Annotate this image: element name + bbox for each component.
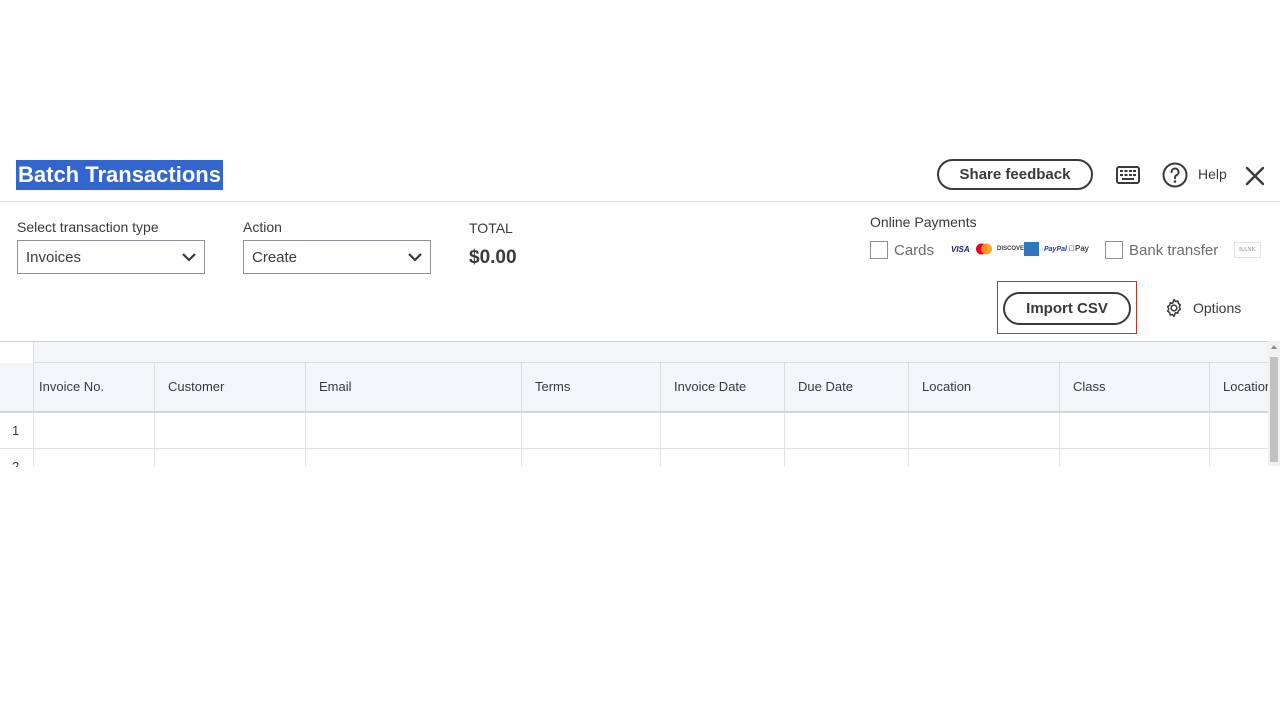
mastercard-icon	[976, 243, 992, 255]
column-header-terms[interactable]: Terms	[521, 363, 660, 411]
cell-terms[interactable]	[521, 413, 660, 448]
amex-icon	[1024, 242, 1039, 256]
cell-terms[interactable]	[521, 449, 660, 467]
paypal-logo: PayPal	[1044, 246, 1067, 253]
bank-transfer-checkbox[interactable]	[1105, 241, 1123, 259]
help-link[interactable]: Help	[1198, 166, 1227, 182]
table-row: 2	[0, 449, 1268, 467]
action-select[interactable]: Create	[243, 240, 431, 274]
cell-due-date[interactable]	[784, 413, 908, 448]
column-header-customer[interactable]: Customer	[154, 363, 305, 411]
column-header-due-date[interactable]: Due Date	[784, 363, 908, 411]
cell-class[interactable]	[1059, 413, 1209, 448]
cell-location-2[interactable]	[1209, 413, 1268, 448]
apple-pay-icon: Pay	[1069, 244, 1089, 253]
cell-class[interactable]	[1059, 449, 1209, 467]
transactions-grid: Invoice No. Customer Email Terms Invoice…	[0, 341, 1268, 467]
chevron-down-icon	[408, 252, 422, 262]
help-icon[interactable]	[1162, 162, 1188, 188]
column-header-location-2[interactable]: Location	[1209, 363, 1268, 411]
cell-location-2[interactable]	[1209, 449, 1268, 467]
scroll-thumb[interactable]	[1270, 357, 1278, 462]
bank-transfer-label: Bank transfer	[1129, 242, 1219, 259]
cell-invoice-no[interactable]	[33, 449, 154, 467]
cell-email[interactable]	[305, 449, 521, 467]
table-row: 1	[0, 413, 1268, 449]
cell-invoice-no[interactable]	[33, 413, 154, 448]
total-value: $0.00	[469, 247, 517, 268]
cards-checkbox[interactable]	[870, 241, 888, 259]
cell-invoice-date[interactable]	[660, 413, 784, 448]
grid-scrollbar[interactable]	[1268, 341, 1280, 466]
column-header-location[interactable]: Location	[908, 363, 1059, 411]
cell-customer[interactable]	[154, 449, 305, 467]
cell-customer[interactable]	[154, 413, 305, 448]
row-number: 2	[12, 459, 20, 467]
column-header-class[interactable]: Class	[1059, 363, 1209, 411]
page-title: Batch Transactions	[16, 160, 223, 190]
cards-label: Cards	[894, 242, 935, 259]
options-link[interactable]: Options	[1193, 300, 1241, 316]
import-csv-button[interactable]: Import CSV	[1003, 292, 1131, 325]
transaction-type-label: Select transaction type	[17, 219, 159, 235]
transaction-type-select[interactable]: Invoices	[17, 240, 205, 274]
gear-icon[interactable]	[1164, 298, 1184, 318]
close-icon[interactable]	[1243, 164, 1267, 188]
keyboard-icon[interactable]	[1116, 166, 1140, 184]
transaction-type-value: Invoices	[26, 248, 82, 266]
chevron-down-icon	[182, 252, 196, 262]
scroll-up-arrow-icon[interactable]	[1271, 345, 1277, 349]
column-header-email[interactable]: Email	[305, 363, 521, 411]
grid-header-row: Invoice No. Customer Email Terms Invoice…	[0, 363, 1268, 413]
cell-invoice-date[interactable]	[660, 449, 784, 467]
grid-top-bar	[33, 342, 1268, 363]
cell-due-date[interactable]	[784, 449, 908, 467]
share-feedback-button[interactable]: Share feedback	[937, 159, 1093, 190]
online-payments-label: Online Payments	[870, 214, 977, 230]
row-number: 1	[12, 423, 20, 438]
column-header-invoice-no[interactable]: Invoice No.	[33, 363, 154, 411]
cell-email[interactable]	[305, 413, 521, 448]
action-value: Create	[252, 248, 298, 266]
cell-location[interactable]	[908, 449, 1059, 467]
bank-logo: BANK	[1234, 242, 1261, 258]
column-header-invoice-date[interactable]: Invoice Date	[660, 363, 784, 411]
visa-logo: VISA	[951, 245, 970, 254]
cell-location[interactable]	[908, 413, 1059, 448]
header-divider	[0, 201, 1280, 202]
total-label: TOTAL	[469, 220, 513, 236]
action-label: Action	[243, 219, 282, 235]
